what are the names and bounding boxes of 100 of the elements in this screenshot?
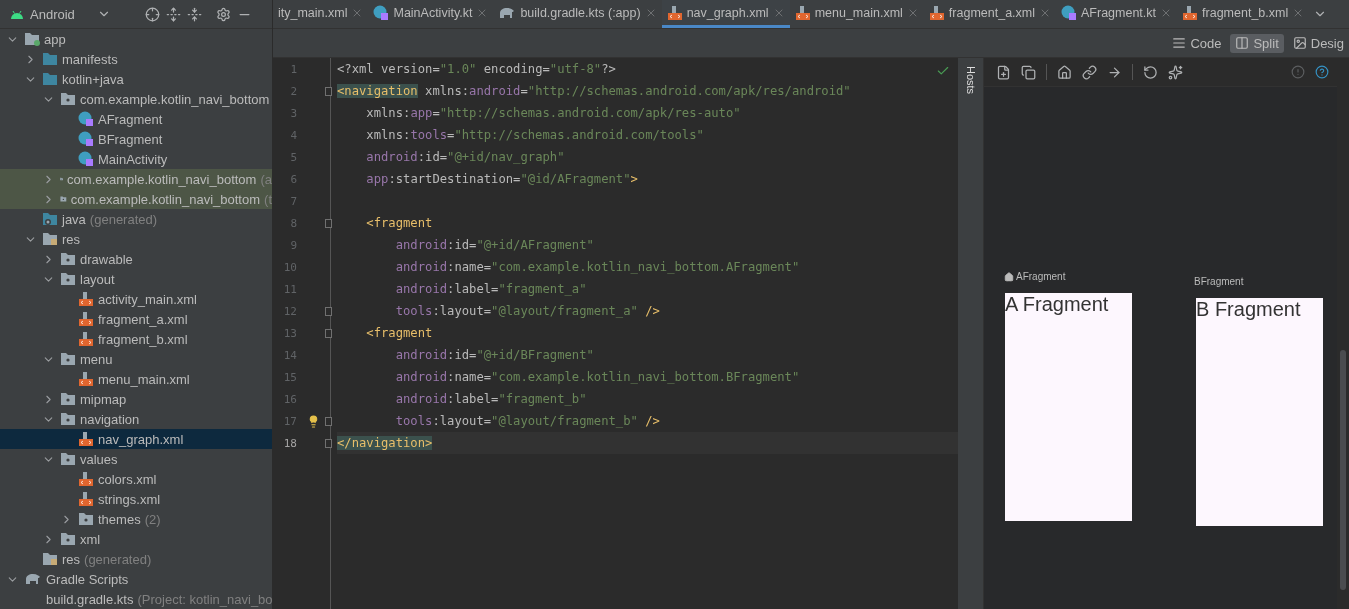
locate-icon[interactable] — [144, 6, 160, 22]
sparkle-icon[interactable] — [1168, 64, 1183, 80]
tree-item[interactable]: java (generated) — [0, 209, 272, 229]
editor-tab[interactable]: AFragment.kt — [1056, 0, 1178, 28]
kotlin-class-icon — [78, 111, 94, 127]
fragment-preview[interactable]: A Fragment — [1005, 293, 1132, 521]
arrow-right-icon[interactable] — [1107, 64, 1122, 80]
fold-marker-icon[interactable] — [325, 328, 332, 338]
project-view-title[interactable]: Android — [30, 6, 75, 22]
tree-item[interactable]: com.example.kotlin_navi_bottom (a — [0, 169, 272, 189]
folder-icon — [42, 72, 58, 86]
xml-file-icon — [78, 291, 94, 307]
kotlin-class-icon — [1061, 4, 1077, 21]
tree-item[interactable]: drawable — [0, 249, 272, 269]
tree-item[interactable]: fragment_b.xml — [0, 329, 272, 349]
settings-icon[interactable] — [215, 6, 231, 22]
code-line: <navigation xmlns:android="http://schemas.android.com/apk/res/android" — [337, 83, 851, 100]
rotate-icon[interactable] — [1143, 64, 1158, 80]
tree-item[interactable]: menu — [0, 349, 272, 369]
editor-tab[interactable]: MainActivity.kt — [368, 0, 494, 28]
module-folder-icon — [24, 32, 40, 46]
tree-item[interactable]: app — [0, 29, 272, 49]
folder-icon — [42, 52, 58, 66]
editor-tab[interactable]: nav_graph.xml — [661, 0, 790, 28]
fold-marker-icon[interactable] — [325, 306, 332, 316]
code-line: <fragment — [365, 325, 433, 342]
scrollbar-thumb[interactable] — [1340, 350, 1346, 590]
tree-item[interactable]: nav_graph.xml — [0, 429, 272, 449]
tree-item[interactable]: res — [0, 229, 272, 249]
line-number: 12 — [282, 304, 297, 318]
xml-file-icon — [794, 4, 811, 21]
home-icon[interactable] — [1057, 64, 1072, 80]
generated-folder-icon — [42, 212, 58, 226]
xml-file-icon — [78, 431, 94, 447]
line-number: 5 — [289, 150, 297, 164]
editor-tab[interactable]: ity_main.xml — [273, 0, 369, 28]
code-line: android:id="@+id/AFragment" — [394, 237, 594, 254]
line-number: 10 — [282, 260, 297, 274]
tree-item[interactable]: strings.xml — [0, 489, 272, 509]
collapse-all-icon[interactable] — [186, 6, 202, 22]
view-mode-button[interactable]: Split — [1230, 33, 1284, 53]
line-number: 1 — [289, 62, 297, 76]
code-line: android:id="@+id/BFragment" — [394, 347, 594, 364]
code-line: android:name="com.example.kotlin_navi_bottom.AFragment" — [394, 259, 800, 276]
tree-item[interactable]: values — [0, 449, 272, 469]
design-view-icon — [1292, 36, 1307, 50]
tree-item[interactable]: build.gradle.kts (Project: kotlin_navi_bo — [0, 589, 272, 609]
fold-marker-icon[interactable] — [325, 86, 332, 96]
editor-tab[interactable]: build.gradle.kts (:app) — [493, 0, 662, 28]
link-icon[interactable] — [1082, 64, 1097, 80]
tree-item[interactable]: manifests — [0, 49, 272, 69]
code-line: tools:layout="@layout/fragment_b" /> — [394, 413, 660, 430]
copy-icon[interactable] — [1021, 64, 1036, 80]
editor-tab[interactable]: menu_main.xml — [789, 0, 924, 28]
code-line: android:name="com.example.kotlin_navi_bottom.BFragment" — [394, 369, 800, 386]
view-mode-button[interactable]: Desig — [1287, 33, 1349, 53]
line-number: 4 — [289, 128, 297, 142]
code-line: android:label="fragment_b" — [394, 391, 587, 408]
code-line: tools:layout="@layout/fragment_a" /> — [394, 303, 660, 320]
tree-item[interactable]: navigation — [0, 409, 272, 429]
warning-icon[interactable] — [1291, 65, 1305, 79]
tree-item[interactable]: com.example.kotlin_navi_bottom (t — [0, 189, 272, 209]
tree-item[interactable]: MainActivity — [0, 149, 272, 169]
tree-item[interactable]: mipmap — [0, 389, 272, 409]
tree-item[interactable]: xml — [0, 529, 272, 549]
editor-tab[interactable]: fragment_a.xml — [923, 0, 1056, 28]
split-view-icon — [1235, 36, 1250, 50]
tree-item[interactable]: themes (2) — [0, 509, 272, 529]
line-number: 14 — [282, 348, 297, 362]
tree-item[interactable]: res (generated) — [0, 549, 272, 569]
code-line: app:startDestination="@id/AFragment"> — [365, 171, 638, 188]
code-line: xmlns:tools="http://schemas.android.com/tools" — [365, 127, 704, 144]
tree-item[interactable]: colors.xml — [0, 469, 272, 489]
tree-item[interactable]: BFragment — [0, 129, 272, 149]
expand-all-icon[interactable] — [165, 6, 181, 22]
hosts-tab[interactable]: Hosts — [965, 66, 977, 95]
fold-marker-icon[interactable] — [325, 438, 332, 448]
fold-marker-icon[interactable] — [325, 218, 332, 228]
xml-file-icon — [78, 311, 94, 327]
xml-file-icon — [666, 4, 683, 21]
tree-item[interactable]: menu_main.xml — [0, 369, 272, 389]
code-view-icon — [1172, 36, 1187, 50]
line-number: 18 — [282, 436, 297, 450]
help-icon[interactable] — [1315, 65, 1329, 79]
tree-item[interactable]: activity_main.xml — [0, 289, 272, 309]
tree-item[interactable]: Gradle Scripts — [0, 569, 272, 589]
xml-file-icon — [78, 331, 94, 347]
new-destination-icon[interactable] — [996, 64, 1011, 80]
lightbulb-icon[interactable] — [307, 414, 320, 428]
tree-item[interactable]: com.example.kotlin_navi_bottom — [0, 89, 272, 109]
line-number: 17 — [282, 414, 297, 428]
fold-marker-icon[interactable] — [325, 416, 332, 426]
tree-item[interactable]: fragment_a.xml — [0, 309, 272, 329]
editor-tab[interactable]: fragment_b.xml — [1177, 0, 1310, 28]
tree-item[interactable]: kotlin+java — [0, 69, 272, 89]
view-mode-button[interactable]: Code — [1167, 33, 1227, 53]
fragment-preview[interactable]: B Fragment — [1196, 298, 1323, 526]
tree-item[interactable]: AFragment — [0, 109, 272, 129]
code-line: android:label="fragment_a" — [394, 281, 587, 298]
tree-item[interactable]: layout — [0, 269, 272, 289]
